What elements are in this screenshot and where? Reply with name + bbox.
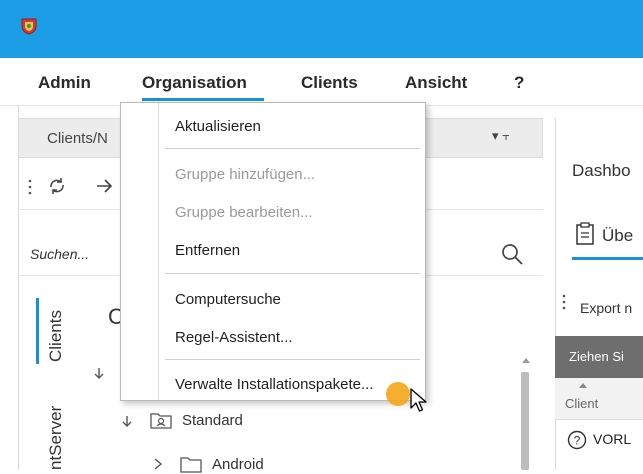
mouse-pointer-icon [410,388,427,412]
toolbar-grip-icon [28,179,32,195]
menu-bar: Admin Organisation Clients Ansicht ? [0,58,643,106]
toolbar-grip-icon [562,294,566,310]
folder-icon [180,457,202,473]
menu-organisation[interactable]: Organisation [142,73,247,93]
active-vertical-tab-indicator [36,298,39,364]
menu-ansicht[interactable]: Ansicht [405,73,467,93]
expand-arrow-icon[interactable] [92,366,106,380]
active-menu-underline [142,98,264,101]
menu-icon-gutter [121,103,159,400]
grid-group-header: Ziehen Si [555,336,643,378]
menu-separator [165,273,420,274]
refresh-icon[interactable] [46,175,68,197]
menu-item-gruppe-hinzufuegen: Gruppe hinzufügen... [175,166,316,183]
question-status-icon: ? [567,430,587,450]
export-button[interactable]: Export n [580,300,632,316]
expand-arrow-icon[interactable] [120,414,134,428]
menu-item-verwalte-installationspakete[interactable]: Verwalte Installationspakete... [175,376,373,393]
dashboard-clip: Dashbo Übe Export n Ziehen Si Client ? V… [555,118,643,470]
tree-item-android[interactable]: Android [212,456,264,473]
menu-clients[interactable]: Clients [301,73,358,93]
organisation-dropdown-menu: Aktualisieren Gruppe hinzufügen... Grupp… [120,102,426,401]
column-client[interactable]: Client [565,396,598,411]
menu-help[interactable]: ? [514,73,524,93]
grid-column-header[interactable]: Client [555,378,643,420]
menu-item-entfernen[interactable]: Entfernen [175,242,240,259]
tree-item-standard[interactable]: Standard [182,412,243,429]
scrollbar-thumb[interactable] [521,372,529,470]
clipboard-icon [576,222,594,245]
collapse-arrow-icon[interactable] [152,458,164,470]
dashboard-title: Dashbo [572,161,631,180]
menu-separator [165,148,420,149]
search-icon[interactable] [500,242,524,266]
scroll-up-icon[interactable] [521,356,531,364]
vertical-tab-clients[interactable]: Clients [46,310,66,362]
menu-item-regel-assistent[interactable]: Regel-Assistent... [175,329,293,346]
menu-admin[interactable]: Admin [38,73,91,93]
panel-title: Clients/N [47,130,108,147]
panel-pin-controls[interactable]: ▾ ⫟ [492,128,510,144]
app-shield-icon [21,18,37,35]
click-highlight [386,382,410,406]
sort-asc-icon [579,383,587,388]
grid-group-hint: Ziehen Si [569,349,624,364]
table-row[interactable]: ? VORL [555,420,643,460]
menu-item-computersuche[interactable]: Computersuche [175,291,281,308]
dashboard-tab-underline [572,257,643,260]
dashboard-tab-overview[interactable]: Übe [602,226,633,246]
menu-item-gruppe-bearbeiten: Gruppe bearbeiten... [175,204,313,221]
svg-text:?: ? [574,434,581,448]
row-client-name: VORL [593,431,632,447]
vertical-tab-server[interactable]: ntServer [46,406,66,470]
menu-item-aktualisieren[interactable]: Aktualisieren [175,118,261,135]
menu-separator [165,359,420,360]
arrow-right-icon[interactable] [95,178,113,194]
search-input[interactable]: Suchen... [30,246,89,262]
folder-group-icon [150,413,172,429]
title-bar [0,0,643,58]
